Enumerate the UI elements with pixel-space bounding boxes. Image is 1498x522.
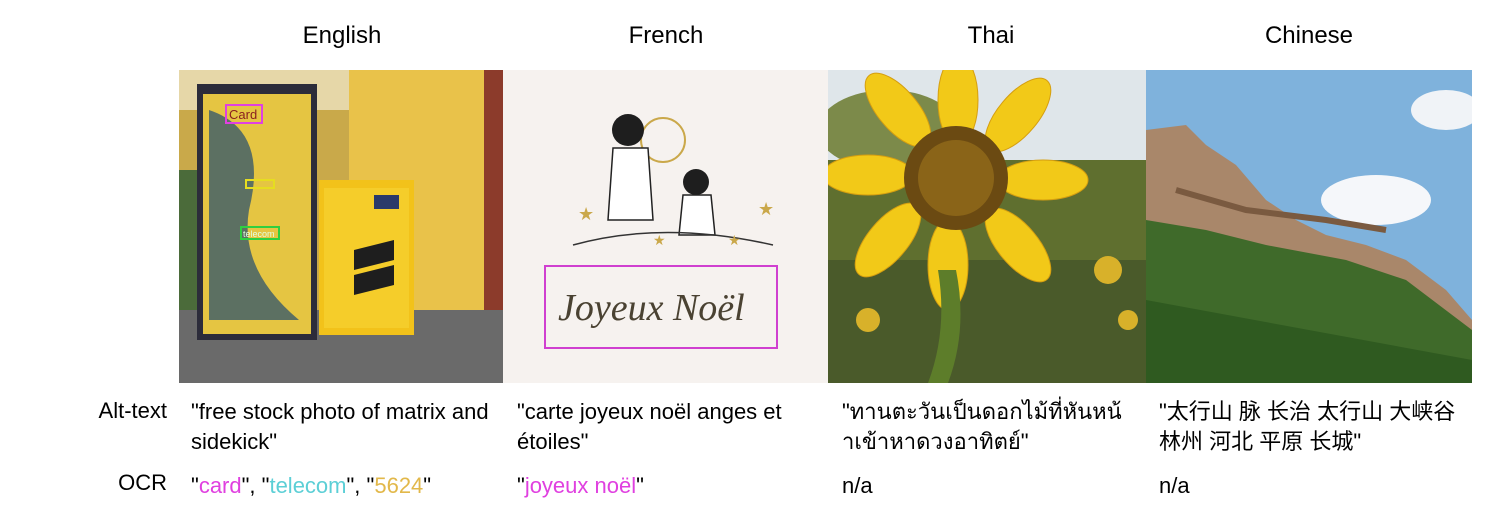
ocr-thai: n/a — [842, 473, 873, 498]
french-script-text: Joyeux Noël — [558, 287, 745, 329]
ocr-french: "joyeux noël" — [517, 471, 807, 501]
ocr-english-part: ", " — [346, 473, 375, 498]
image-chinese-mountains — [1146, 70, 1472, 383]
alt-text-thai: "ทานตะวันเป็นดอกไม้ที่หันหน้าเข้าหาดวงอา… — [842, 399, 1122, 454]
ocr-french-part: " — [517, 473, 525, 498]
column-header-thai: Thai — [967, 22, 1015, 49]
ocr-english-part: ", " — [241, 473, 270, 498]
ocr-english-telecom: telecom — [269, 473, 347, 498]
svg-text:★: ★ — [728, 232, 741, 248]
ocr-english-5624: 5624 — [374, 473, 424, 498]
row-label-alt-text: Alt-text — [98, 398, 167, 423]
row-label-ocr: OCR — [118, 470, 167, 495]
column-header-french: French — [628, 22, 704, 49]
english-telecom-label: telecom — [243, 229, 275, 239]
ocr-english-part: " — [191, 473, 199, 498]
english-card-label: Card — [229, 107, 257, 122]
alt-text-chinese: "太行山 脉 长治 太行山 大峡谷 林州 河北 平原 长城" — [1159, 399, 1456, 454]
ocr-english-part: " — [423, 473, 432, 498]
alt-text-french: "carte joyeux noël anges et étoiles" — [517, 399, 782, 454]
ocr-english-card: card — [198, 473, 242, 498]
image-english-phone-booth: Card telecom — [179, 70, 505, 383]
svg-text:★: ★ — [758, 199, 774, 219]
alt-text-english: "free stock photo of matrix and sidekick… — [191, 399, 489, 454]
image-french-christmas-card: ★ ★ ★ ★ Joyeux Noël — [503, 70, 829, 383]
ocr-french-part: " — [636, 473, 644, 498]
ocr-chinese: n/a — [1159, 473, 1190, 498]
svg-text:★: ★ — [578, 204, 594, 224]
ocr-french-joyeux-noel: joyeux noël — [524, 473, 637, 498]
column-header-english: English — [302, 22, 382, 49]
ocr-english: "card", "telecom", "5624" — [191, 471, 496, 501]
column-header-chinese: Chinese — [1264, 22, 1354, 49]
svg-text:★: ★ — [653, 232, 666, 248]
image-thai-sunflower — [828, 70, 1154, 383]
